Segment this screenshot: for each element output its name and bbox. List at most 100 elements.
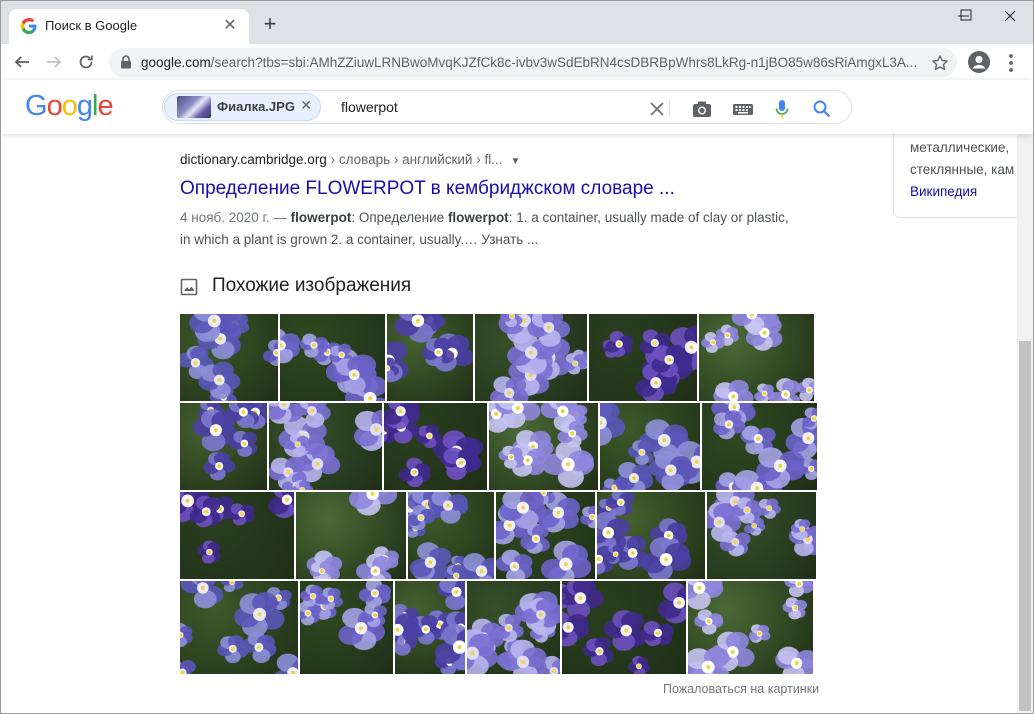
tab-strip: Поиск в Google ✕ + (1, 1, 1033, 44)
flower-stamen (412, 470, 417, 475)
violet-flowers-image (306, 492, 399, 579)
microphone-icon[interactable] (771, 98, 793, 120)
new-tab-button[interactable]: + (259, 13, 281, 35)
similar-image-thumbnail[interactable] (496, 492, 595, 579)
flower-stamen (418, 515, 423, 520)
flower-stamen (415, 318, 420, 323)
clear-icon[interactable] (646, 98, 668, 120)
url-text: google.com/search?tbs=sbi:AMhZZiuwLRNBwo… (141, 55, 921, 70)
google-logo[interactable]: Google (25, 90, 114, 123)
snippet-bold: flowerpot (290, 210, 352, 225)
google-favicon-icon (21, 18, 37, 34)
search-image-chip[interactable]: Фиалка.JPG ✕ (164, 93, 321, 121)
flower-stamen (809, 466, 814, 471)
similar-image-thumbnail[interactable] (467, 581, 560, 674)
forward-button[interactable] (41, 49, 67, 75)
result-date: 4 нояб. 2020 г. — (180, 210, 291, 225)
violet-flowers-image (562, 581, 686, 674)
similar-image-thumbnail[interactable] (300, 581, 393, 674)
flower-stamen (762, 391, 767, 396)
flower-stamen (578, 596, 583, 601)
flower-stamen (454, 573, 459, 578)
flower-stamen (310, 594, 315, 599)
similar-image-thumbnail[interactable] (699, 314, 814, 401)
flower-stamen (328, 596, 333, 601)
flower-stamen (242, 441, 247, 446)
flower-stamen (566, 462, 571, 467)
keyboard-icon[interactable] (732, 98, 754, 120)
chip-remove-icon[interactable]: ✕ (300, 97, 312, 114)
similar-image-thumbnail[interactable] (269, 403, 382, 490)
similar-image-thumbnail[interactable] (395, 581, 465, 674)
violet-flowers-image (467, 591, 560, 674)
similar-image-thumbnail[interactable] (562, 581, 686, 674)
result-menu-caret-icon[interactable]: ▼ (510, 156, 520, 167)
similar-image-thumbnail[interactable] (475, 314, 587, 401)
flower-stamen (706, 665, 711, 670)
back-button[interactable] (9, 49, 35, 75)
similar-images-grid (180, 314, 817, 674)
maximize-button[interactable] (945, 1, 991, 31)
similar-image-thumbnail[interactable] (408, 492, 494, 579)
flower-stamen (230, 646, 235, 651)
violet-flowers-image (600, 403, 700, 490)
tab-title: Поиск в Google (45, 18, 138, 33)
page-scrollbar[interactable] (1017, 134, 1033, 713)
flower-stamen (613, 552, 618, 557)
similar-image-thumbnail[interactable] (707, 492, 816, 579)
similar-image-thumbnail[interactable] (589, 314, 697, 401)
similar-image-thumbnail[interactable] (387, 314, 473, 401)
flower-stamen (732, 405, 737, 410)
flower-stamen (295, 442, 300, 447)
flower-stamen (655, 630, 660, 635)
similar-image-thumbnail[interactable] (702, 403, 817, 490)
similar-image-thumbnail[interactable] (688, 581, 813, 674)
similar-image-thumbnail[interactable] (600, 403, 700, 490)
flower-stamen (339, 352, 344, 357)
flower-stamen (617, 342, 622, 347)
close-window-button[interactable] (987, 1, 1033, 31)
similar-image-thumbnail[interactable] (489, 403, 598, 490)
flower-stamen (556, 510, 561, 515)
search-icon[interactable] (811, 98, 833, 120)
search-box[interactable]: Фиалка.JPG ✕ flowerpot (162, 90, 852, 124)
flower-stamen (726, 422, 731, 427)
flower-stamen (689, 345, 694, 350)
scrollbar-thumb[interactable] (1019, 341, 1031, 711)
maximize-icon (960, 9, 972, 21)
flower-stamen (454, 589, 459, 594)
reload-button[interactable] (73, 49, 99, 75)
similar-image-thumbnail[interactable] (180, 581, 298, 674)
flower-stamen (213, 428, 218, 433)
browser-tab[interactable]: Поиск в Google ✕ (9, 9, 249, 44)
wikipedia-link[interactable]: Википедия (910, 184, 977, 199)
similar-image-thumbnail[interactable] (597, 492, 705, 579)
flower-stamen (352, 372, 357, 377)
url-host: google.com (141, 55, 211, 70)
similar-image-thumbnail[interactable] (180, 403, 267, 490)
similar-image-thumbnail[interactable] (180, 492, 294, 579)
profile-avatar-icon[interactable] (967, 50, 991, 74)
bookmark-star-icon[interactable] (931, 54, 949, 72)
report-images-link[interactable]: Пожаловаться на картинки (663, 682, 819, 696)
similar-image-thumbnail[interactable] (180, 314, 278, 401)
flower-stamen (618, 500, 623, 505)
tab-close-icon[interactable]: ✕ (221, 17, 239, 35)
flower-stamen (697, 585, 702, 590)
flower-stamen (762, 330, 767, 335)
more-menu-icon[interactable] (1001, 52, 1021, 74)
flower-stamen (783, 392, 788, 397)
address-bar[interactable]: google.com/search?tbs=sbi:AMhZZiuwLRNBwo… (109, 48, 957, 77)
similar-image-thumbnail[interactable] (280, 314, 385, 401)
flower-stamen (520, 659, 525, 664)
similar-image-thumbnail[interactable] (296, 492, 406, 579)
flower-stamen (533, 536, 538, 541)
result-cite: dictionary.cambridge.org › словарь › анг… (180, 152, 800, 172)
flower-stamen (286, 470, 291, 475)
camera-icon[interactable] (691, 98, 713, 120)
flower-stamen (662, 438, 667, 443)
search-query-input[interactable]: flowerpot (341, 99, 398, 115)
violet-flowers-image (280, 328, 385, 401)
result-title-link[interactable]: Определение FLOWERPOT в кембриджском сло… (180, 178, 800, 204)
similar-image-thumbnail[interactable] (384, 403, 487, 490)
